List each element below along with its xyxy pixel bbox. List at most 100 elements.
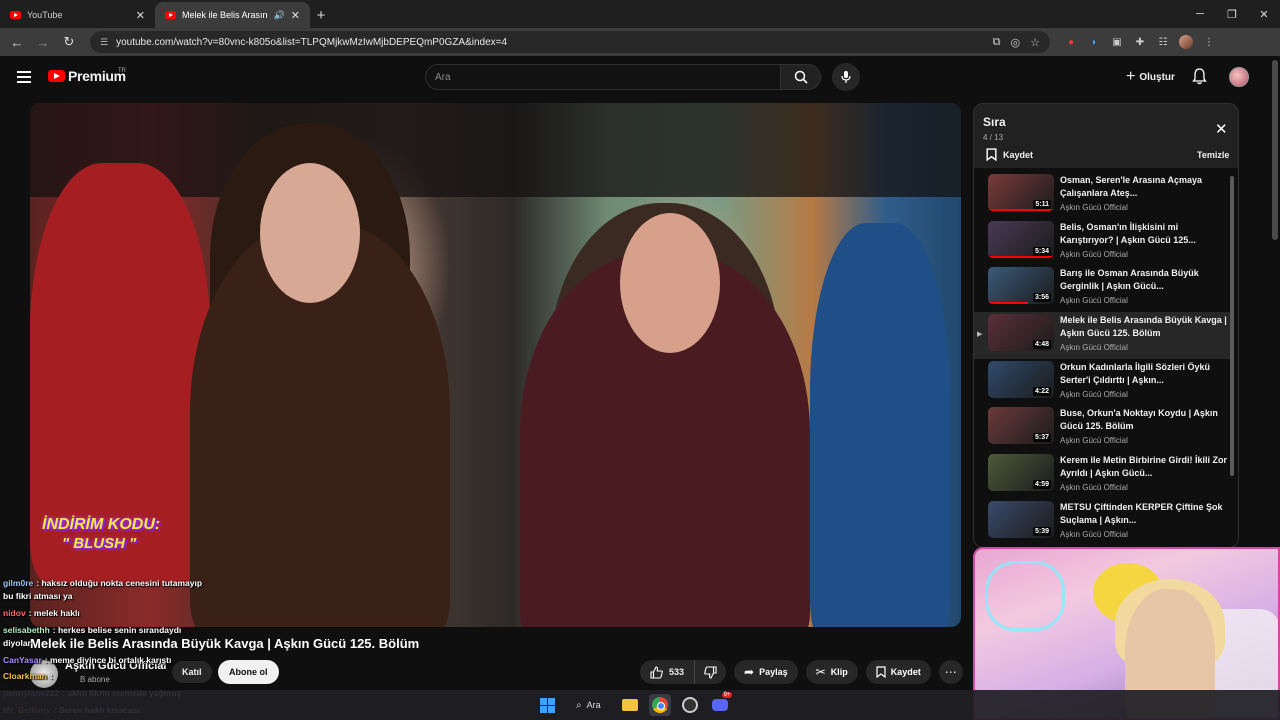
video-thumbnail[interactable]: 4:22: [988, 360, 1054, 398]
bookmark-star-icon[interactable]: ☆: [1030, 36, 1040, 49]
chat-text: : meme diyince bi ortalık karıştı: [44, 655, 172, 665]
shield-extension-icon[interactable]: ▣: [1110, 35, 1124, 49]
playlist-item[interactable]: 3:56 Barış ile Osman Arasında Büyük Gergi…: [974, 265, 1232, 312]
close-tab-icon[interactable]: ✕: [291, 9, 300, 22]
create-button[interactable]: + Oluştur: [1117, 65, 1184, 89]
playlist-item-title[interactable]: Osman, Seren'le Arasına Açmaya Çalışanla…: [1060, 174, 1228, 200]
new-tab-button[interactable]: +: [310, 2, 332, 28]
video-thumbnail[interactable]: 5:11: [988, 174, 1054, 211]
playlist-item[interactable]: 5:34 Belis, Osman'ın İlişkisini mi Karışt…: [974, 219, 1232, 266]
video-player[interactable]: İNDİRİM KODU: " BLUSH ": [30, 103, 961, 627]
obs-icon[interactable]: [679, 694, 701, 716]
windows-start-icon[interactable]: [536, 694, 558, 716]
video-title: Melek ile Belis Arasında Büyük Kavga | A…: [30, 636, 420, 651]
join-button[interactable]: Katıl: [172, 661, 212, 683]
playlist-position: 4 / 13: [983, 133, 1004, 142]
video-duration: 4:59: [1032, 480, 1051, 490]
playlist-item[interactable]: 5:37 Buse, Orkun'a Noktayı Koydu | Aşkın …: [974, 405, 1232, 452]
eye-off-icon[interactable]: ◎: [1011, 36, 1021, 49]
browser-tab-youtube[interactable]: YouTube ✕: [0, 2, 155, 28]
file-explorer-icon[interactable]: [619, 694, 641, 716]
browser-tab-video[interactable]: Melek ile Belis Arasında Büyü 🔊 ✕: [155, 2, 310, 28]
voice-search-button[interactable]: [832, 63, 860, 91]
chat-text: : haksız olduğu nokta cenesini tutamayıp: [36, 578, 203, 588]
url-field[interactable]: ☰ youtube.com/watch?v=80vnc-k805o&list=T…: [90, 31, 1050, 53]
chat-message: diyolar: [3, 637, 31, 650]
playlist-save-button[interactable]: Kaydet: [986, 148, 1033, 161]
search-input[interactable]: Ara: [425, 64, 781, 90]
playlist-item-title[interactable]: Barış ile Osman Arasında Büyük Gerginlik…: [1060, 267, 1228, 293]
speaker-icon[interactable]: 🔊: [274, 10, 285, 21]
playlist-item[interactable]: 5:39 METSU Çiftinden KERPER Çiftine Şok S…: [974, 499, 1232, 546]
search-button[interactable]: [781, 64, 821, 90]
notifications-bell-icon[interactable]: [1192, 68, 1207, 90]
chrome-icon[interactable]: [648, 694, 671, 716]
playlist-header: Sıra 4 / 13 ✕ Kaydet Temizle: [974, 104, 1238, 168]
video-duration: 3:56: [1032, 293, 1051, 303]
video-thumbnail[interactable]: 5:37: [988, 407, 1054, 445]
taskbar-search-label: Ara: [586, 700, 601, 710]
chat-username: Cloarkman: [3, 671, 47, 681]
playlist-item[interactable]: ▶ 4:48 Melek ile Belis Arasında Büyük Kavg…: [974, 312, 1232, 359]
playlist-item-title[interactable]: Buse, Orkun'a Noktayı Koydu | Aşkın Gücü…: [1060, 407, 1228, 433]
playlist-item-title[interactable]: Melek ile Belis Arasında Büyük Kavga | A…: [1060, 314, 1228, 340]
video-thumbnail[interactable]: 4:59: [988, 454, 1054, 492]
playlist-item[interactable]: 5:11 Osman, Seren'le Arasına Açmaya Çalış…: [974, 172, 1232, 219]
record-extension-icon[interactable]: ●: [1064, 35, 1078, 49]
playlist-scrollbar[interactable]: [1230, 176, 1234, 476]
share-button[interactable]: ➦ Paylaş: [734, 660, 798, 684]
back-icon[interactable]: ←: [6, 31, 28, 53]
video-thumbnail[interactable]: 5:34: [988, 220, 1054, 258]
video-thumbnail[interactable]: 3:56: [988, 267, 1054, 305]
like-button[interactable]: 533: [640, 660, 696, 684]
playlist-item-text: Orkun Kadınlarla İlgili Sözleri Öykü Ser…: [1060, 361, 1228, 399]
reload-icon[interactable]: ↻: [58, 31, 80, 53]
search-icon: ⌕: [576, 699, 582, 711]
clip-label: Klip: [830, 667, 848, 677]
forward-icon[interactable]: →: [32, 31, 54, 53]
profile-avatar[interactable]: [1179, 35, 1193, 49]
clip-button[interactable]: ✂ Klip: [805, 660, 858, 684]
url-text: youtube.com/watch?v=80vnc-k805o&list=TLP…: [116, 36, 508, 48]
playlist-clear-button[interactable]: Temizle: [1197, 150, 1229, 160]
discord-icon[interactable]: 9+: [709, 692, 733, 716]
site-info-icon[interactable]: ☰: [100, 37, 108, 48]
restore-icon[interactable]: ❐: [1216, 0, 1248, 28]
video-thumbnail[interactable]: 5:39: [988, 500, 1054, 538]
playlist-item-title[interactable]: METSU Çiftinden KERPER Çiftine Şok Suçla…: [1060, 501, 1228, 527]
close-tab-icon[interactable]: ✕: [136, 9, 145, 22]
save-button[interactable]: Kaydet: [865, 660, 931, 684]
playlist-item-channel: Aşkın Gücü Official: [1060, 529, 1128, 539]
taskbar-search[interactable]: ⌕ Ara: [566, 694, 611, 716]
hamburger-menu-icon[interactable]: [17, 71, 31, 83]
account-avatar[interactable]: [1229, 67, 1249, 87]
playlist-item-title[interactable]: Kerem ile Metin Birbirine Girdi! İkili Z…: [1060, 454, 1228, 480]
video-thumbnail[interactable]: 4:48: [988, 314, 1054, 352]
menu-dots-icon[interactable]: ⋮: [1202, 35, 1216, 49]
discord-badge: 9+: [721, 692, 733, 698]
playlist-item-channel: Aşkın Gücü Official: [1060, 203, 1128, 212]
promo-code-overlay: İNDİRİM KODU: " BLUSH ": [42, 515, 160, 553]
dislike-button[interactable]: [695, 660, 726, 684]
playlist-item-title[interactable]: Belis, Osman'ın İlişkisini mi Karıştırıy…: [1060, 221, 1228, 247]
close-playlist-icon[interactable]: ✕: [1215, 120, 1228, 138]
now-playing-icon: ▶: [977, 331, 983, 339]
sidebar-icon[interactable]: ☷: [1156, 35, 1170, 49]
playlist-item[interactable]: 4:59 Kerem ile Metin Birbirine Girdi! İki…: [974, 452, 1232, 499]
translate-extension-icon[interactable]: ◗: [1087, 35, 1101, 49]
create-label: Oluştur: [1139, 71, 1175, 83]
install-icon[interactable]: ⧉: [993, 36, 1001, 49]
page-scrollbar[interactable]: [1272, 60, 1278, 240]
more-actions-icon[interactable]: ⋯: [938, 660, 963, 684]
taskbar-items: ⌕ Ara 9+: [536, 692, 733, 716]
subscribe-button[interactable]: Abone ol: [218, 660, 279, 684]
playlist-item-title[interactable]: Orkun Kadınlarla İlgili Sözleri Öykü Ser…: [1060, 361, 1228, 387]
minimize-icon[interactable]: ─: [1184, 0, 1216, 28]
close-window-icon[interactable]: ✕: [1248, 0, 1280, 28]
playlist-item-channel: Aşkın Gücü Official: [1060, 249, 1128, 259]
playlist-item[interactable]: 4:22 Orkun Kadınlarla İlgili Sözleri Öykü…: [974, 359, 1232, 406]
video-frame-figure: [260, 163, 360, 303]
puzzle-extension-icon[interactable]: ✚: [1133, 35, 1147, 49]
youtube-logo[interactable]: Premium: [48, 68, 126, 84]
address-bar-row: ← → ↻ ☰ youtube.com/watch?v=80vnc-k805o&…: [0, 28, 1280, 56]
